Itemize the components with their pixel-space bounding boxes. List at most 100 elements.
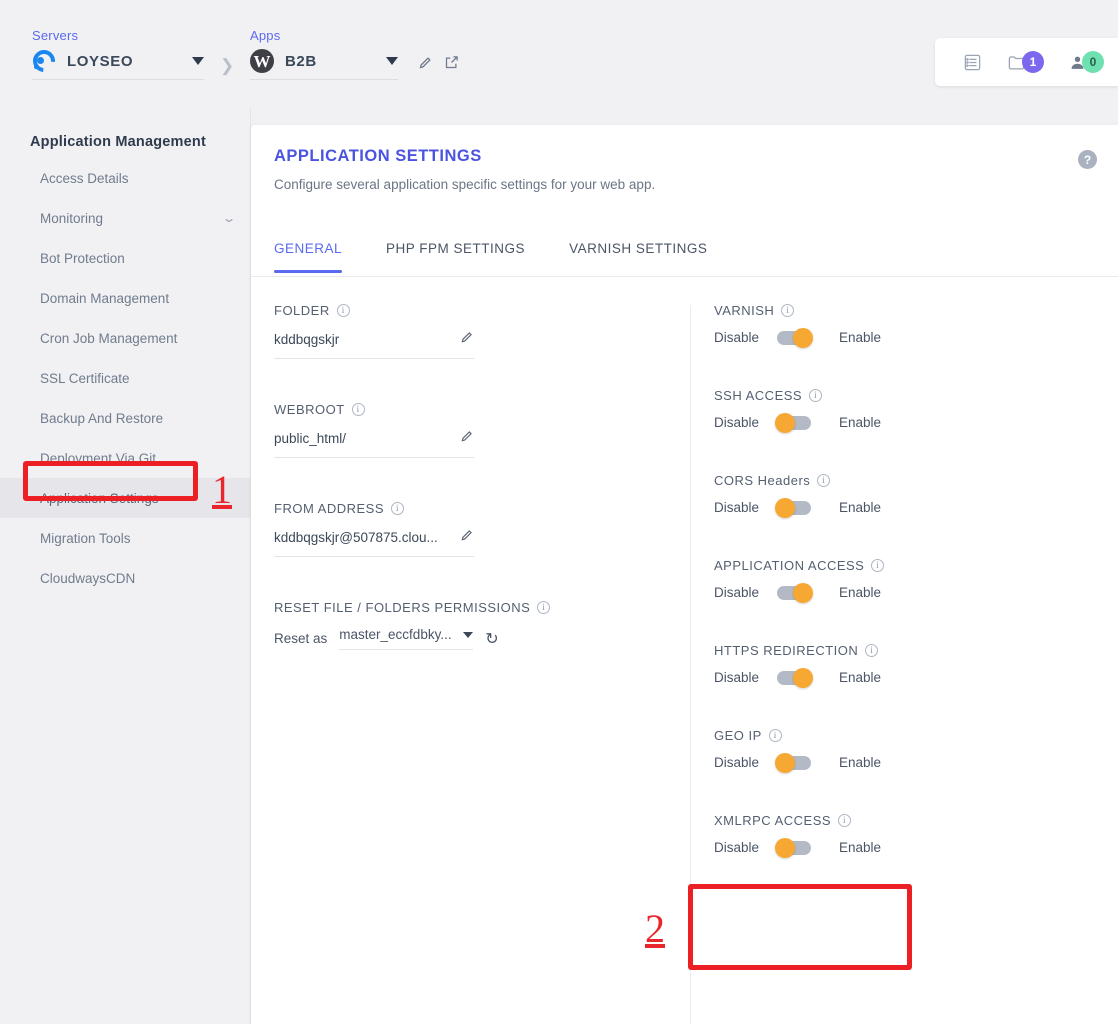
toggle-enable-label: Enable [839, 840, 882, 855]
page-title: APPLICATION SETTINGS [274, 147, 482, 165]
pencil-icon[interactable] [418, 55, 433, 75]
sidebar-item-backup-and-restore[interactable]: Backup And Restore [0, 398, 250, 438]
cors-headers-toggle[interactable] [775, 497, 811, 518]
ssh-access-toggle-row: Disable Enable [714, 412, 1074, 433]
application-access-toggle[interactable] [777, 582, 813, 603]
sidebar-item-label: CloudwaysCDN [40, 570, 136, 586]
info-icon[interactable]: i [391, 502, 405, 515]
left-settings-column: FOLDER i kddbqgskjr WEBROOT i public_htm… [274, 303, 644, 693]
sidebar: Application Management Access Details Mo… [0, 108, 251, 1024]
app-name: B2B [285, 52, 317, 70]
from-address-field: FROM ADDRESS i kddbqgskjr@507875.clou... [274, 501, 644, 557]
varnish-setting: VARNISH i Disable Enable [714, 303, 1074, 348]
info-icon[interactable]: i [351, 403, 365, 416]
webroot-value-row[interactable]: public_html/ [274, 429, 474, 458]
sidebar-item-ssl-certificate[interactable]: SSL Certificate [0, 358, 250, 398]
reset-permissions-row: Reset as master_eccfdbky... ↻ [274, 627, 644, 650]
chevron-down-icon[interactable] [192, 57, 204, 65]
folder-label-text: FOLDER [274, 303, 330, 318]
info-icon[interactable]: i [871, 559, 885, 572]
column-divider [690, 305, 691, 1024]
info-icon[interactable]: i [865, 644, 879, 657]
server-selector-row[interactable]: LOYSEO [28, 45, 204, 80]
sidebar-item-migration-tools[interactable]: Migration Tools [0, 518, 250, 558]
xmlrpc-access-toggle[interactable] [775, 837, 811, 858]
wordpress-icon: W [250, 49, 274, 73]
reset-user-select[interactable]: master_eccfdbky... [339, 627, 474, 650]
https-redirection-toggle-row: Disable Enable [714, 667, 1074, 688]
reset-user-value: master_eccfdbky... [339, 627, 452, 642]
app-selector[interactable]: Apps W B2B [250, 28, 398, 80]
from-address-label: FROM ADDRESS i [274, 501, 644, 516]
tab-php-fpm-settings[interactable]: PHP FPM SETTINGS [386, 235, 525, 272]
info-icon[interactable]: i [838, 814, 852, 827]
geo-ip-label: GEO IP i [714, 728, 1074, 743]
app-selector-row[interactable]: W B2B [250, 49, 398, 80]
refresh-icon[interactable]: ↻ [485, 629, 498, 649]
toggle-disable-label: Disable [714, 500, 760, 515]
external-link-icon[interactable] [444, 55, 459, 75]
ssh-access-toggle[interactable] [775, 412, 811, 433]
sidebar-item-deployment-via-git[interactable]: Deployment Via Git [0, 438, 250, 478]
tab-general[interactable]: GENERAL [274, 235, 343, 273]
sidebar-item-label: Deployment Via Git [40, 450, 157, 466]
reset-permissions-label-text: RESET FILE / FOLDERS PERMISSIONS [274, 600, 531, 615]
reset-permissions-label: RESET FILE / FOLDERS PERMISSIONS i [274, 600, 644, 615]
application-access-toggle-row: Disable Enable [714, 582, 1074, 603]
info-icon[interactable]: i [537, 601, 551, 614]
list-icon[interactable] [963, 53, 982, 72]
folder-count[interactable]: 1 [1006, 51, 1044, 73]
https-redirection-setting: HTTPS REDIRECTION i Disable Enable [714, 643, 1074, 688]
server-name: LOYSEO [67, 52, 134, 70]
application-root: Servers LOYSEO ❯ Apps W B2B 1 0 Applicat… [0, 0, 1118, 1024]
from-address-value: kddbqgskjr@507875.clou... [274, 530, 438, 545]
info-icon[interactable]: i [817, 474, 831, 487]
chevron-down-icon[interactable] [463, 631, 474, 638]
chevron-down-icon[interactable]: ⌄ [221, 211, 236, 225]
chevron-down-icon[interactable] [386, 57, 398, 65]
pencil-icon[interactable] [460, 528, 474, 547]
xmlrpc-access-label-text: XMLRPC ACCESS [714, 813, 832, 828]
server-selector[interactable]: Servers LOYSEO [28, 28, 204, 80]
info-icon[interactable]: i [781, 304, 795, 317]
varnish-toggle[interactable] [777, 327, 813, 348]
header-status-card: 1 0 [935, 38, 1118, 86]
application-access-setting: APPLICATION ACCESS i Disable Enable [714, 558, 1074, 603]
geo-ip-toggle-row: Disable Enable [714, 752, 1074, 773]
sidebar-item-cron-job-management[interactable]: Cron Job Management [0, 318, 250, 358]
main-content-card: APPLICATION SETTINGS Configure several a… [251, 125, 1118, 1024]
sidebar-item-domain-management[interactable]: Domain Management [0, 278, 250, 318]
cors-headers-setting: CORS Headers i Disable Enable [714, 473, 1074, 518]
info-icon[interactable]: i [336, 304, 350, 317]
toggle-disable-label: Disable [714, 330, 760, 345]
ssh-access-label: SSH ACCESS i [714, 388, 1074, 403]
tab-varnish-settings[interactable]: VARNISH SETTINGS [569, 235, 707, 272]
sidebar-item-monitoring[interactable]: Monitoring ⌄ [0, 198, 250, 238]
user-badge: 0 [1082, 51, 1104, 73]
pencil-icon[interactable] [460, 330, 474, 349]
help-icon[interactable]: ? [1078, 150, 1097, 169]
pencil-icon[interactable] [460, 429, 474, 448]
info-icon[interactable]: i [809, 389, 823, 402]
sidebar-item-cloudwayscdn[interactable]: CloudwaysCDN [0, 558, 250, 598]
user-count[interactable]: 0 [1068, 51, 1104, 73]
xmlrpc-access-label: XMLRPC ACCESS i [714, 813, 1074, 828]
reset-as-label: Reset as [274, 631, 328, 646]
from-address-value-row[interactable]: kddbqgskjr@507875.clou... [274, 528, 474, 557]
webroot-label: WEBROOT i [274, 402, 644, 417]
sidebar-item-label: Bot Protection [40, 250, 125, 266]
info-icon[interactable]: i [768, 729, 782, 742]
sidebar-item-bot-protection[interactable]: Bot Protection [0, 238, 250, 278]
toggle-disable-label: Disable [714, 415, 760, 430]
folder-badge: 1 [1022, 51, 1044, 73]
varnish-label-text: VARNISH [714, 303, 775, 318]
https-redirection-toggle[interactable] [777, 667, 813, 688]
folder-value-row[interactable]: kddbqgskjr [274, 330, 474, 359]
sidebar-item-application-settings[interactable]: Application Settings [0, 478, 250, 518]
xmlrpc-access-toggle-row: Disable Enable [714, 837, 1074, 858]
ssh-access-setting: SSH ACCESS i Disable Enable [714, 388, 1074, 433]
geo-ip-toggle[interactable] [775, 752, 811, 773]
folder-label: FOLDER i [274, 303, 644, 318]
sidebar-item-access-details[interactable]: Access Details [0, 158, 250, 198]
geo-ip-setting: GEO IP i Disable Enable [714, 728, 1074, 773]
